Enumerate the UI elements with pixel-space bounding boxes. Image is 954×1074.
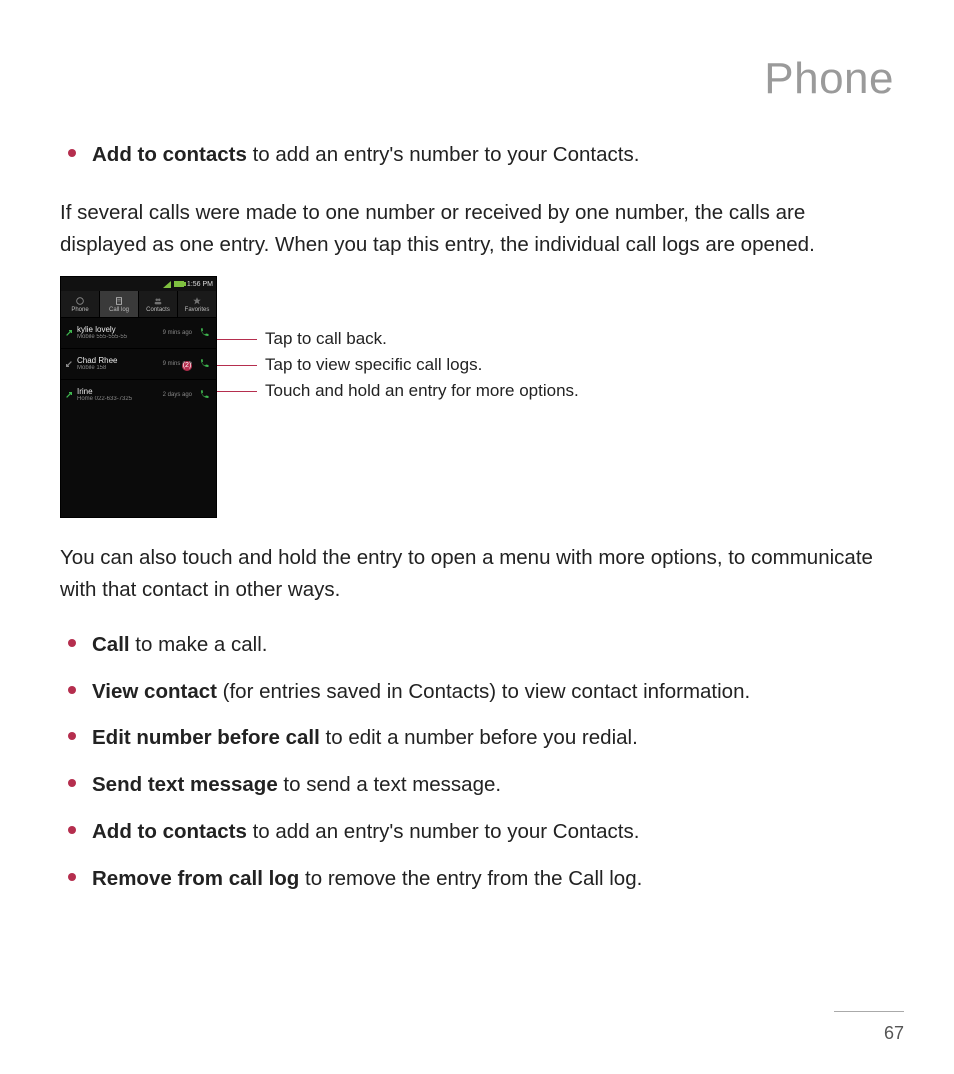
- row-info: Chad Rhee Mobile 158: [77, 357, 160, 372]
- bullet-bold: Add to contacts: [92, 820, 247, 843]
- bullet-rest: (for entries saved in Contacts) to view …: [217, 680, 750, 703]
- phone-mockup: 1:56 PM Phone Call log: [60, 276, 217, 518]
- bullet-bold: Add to contacts: [92, 143, 247, 166]
- tab-label: Phone: [71, 307, 88, 313]
- bullet-rest: to add an entry's number to your Contact…: [247, 143, 639, 166]
- bullet-bold: Send text message: [92, 773, 278, 796]
- bullet-rest: to make a call.: [130, 633, 268, 656]
- tab-call-log[interactable]: Call log: [100, 291, 139, 317]
- status-bar: 1:56 PM: [61, 277, 216, 291]
- bullet-send-text: Send text message to send a text message…: [60, 762, 894, 809]
- tab-label: Call log: [109, 307, 129, 313]
- battery-icon: [174, 281, 184, 287]
- paragraph-grouped-calls: If several calls were made to one number…: [60, 197, 894, 261]
- bullet-add-to-contacts: Add to contacts to add an entry's number…: [60, 809, 894, 856]
- call-log-row[interactable]: kylie lovely Mobile 555-555-55 9 mins ag…: [61, 317, 216, 348]
- list-icon: [114, 296, 124, 306]
- callout-view-logs: Tap to view specific call logs.: [217, 355, 482, 375]
- row-name: Chad Rhee: [77, 357, 160, 366]
- row-name: kylie lovely: [77, 326, 160, 335]
- row-name: Irine: [77, 388, 160, 397]
- call-log-figure: 1:56 PM Phone Call log: [60, 276, 894, 518]
- bullet-bold: Edit number before call: [92, 726, 320, 749]
- callout-text: Tap to call back.: [265, 329, 387, 349]
- row-time: 9 mins ago: [163, 330, 192, 336]
- tab-label: Favorites: [185, 307, 210, 313]
- call-log-row[interactable]: Irine Home 022-633-7325 2 days ago: [61, 379, 216, 410]
- bullet-bold: Remove from call log: [92, 867, 299, 890]
- call-log-list: kylie lovely Mobile 555-555-55 9 mins ag…: [61, 317, 216, 410]
- callout-text: Touch and hold an entry for more options…: [265, 381, 579, 401]
- tab-contacts[interactable]: Contacts: [139, 291, 178, 317]
- bullet-add-to-contacts-top: Add to contacts to add an entry's number…: [60, 132, 894, 179]
- call-back-button[interactable]: [196, 356, 212, 372]
- people-icon: [153, 296, 163, 306]
- row-sub: Home 022-633-7325: [77, 396, 160, 403]
- bullet-edit-number: Edit number before call to edit a number…: [60, 715, 894, 762]
- bullet-view-contact: View contact (for entries saved in Conta…: [60, 669, 894, 716]
- page-number: 67: [884, 1023, 904, 1044]
- tab-phone[interactable]: Phone: [61, 291, 100, 317]
- bullet-bold: View contact: [92, 680, 217, 703]
- star-icon: [192, 296, 202, 306]
- count-badge[interactable]: (2): [182, 361, 192, 371]
- paragraph-more-options: You can also touch and hold the entry to…: [60, 542, 894, 606]
- figure-callouts: Tap to call back. Tap to view specific c…: [217, 276, 894, 516]
- call-back-button[interactable]: [196, 387, 212, 403]
- call-back-button[interactable]: [196, 325, 212, 341]
- row-sub: Mobile 158: [77, 365, 160, 372]
- tab-label: Contacts: [146, 307, 170, 313]
- bullet-call: Call to make a call.: [60, 622, 894, 669]
- status-time: 1:56 PM: [187, 281, 213, 288]
- incoming-icon: [65, 360, 73, 368]
- row-sub: Mobile 555-555-55: [77, 334, 160, 341]
- callout-text: Tap to view specific call logs.: [265, 355, 482, 375]
- bullet-bold: Call: [92, 633, 130, 656]
- tab-favorites[interactable]: Favorites: [178, 291, 216, 317]
- bullet-remove-from-log: Remove from call log to remove the entry…: [60, 856, 894, 903]
- outgoing-icon: [65, 391, 73, 399]
- bullet-rest: to add an entry's number to your Contact…: [247, 820, 639, 843]
- page-title: Phone: [60, 54, 894, 104]
- bullet-rest: to send a text message.: [278, 773, 501, 796]
- row-info: kylie lovely Mobile 555-555-55: [77, 326, 160, 341]
- bullet-rest: to edit a number before you redial.: [320, 726, 638, 749]
- outgoing-icon: [65, 329, 73, 337]
- row-time: 2 days ago: [163, 392, 192, 398]
- bullet-rest: to remove the entry from the Call log.: [299, 867, 642, 890]
- footer-rule: [834, 1011, 904, 1012]
- callout-call-back: Tap to call back.: [217, 329, 387, 349]
- row-info: Irine Home 022-633-7325: [77, 388, 160, 403]
- tab-bar: Phone Call log Contacts: [61, 291, 216, 317]
- callout-hold-entry: Touch and hold an entry for more options…: [217, 381, 579, 401]
- phone-icon: [75, 296, 85, 306]
- signal-icon: [163, 281, 171, 288]
- call-log-row[interactable]: Chad Rhee Mobile 158 9 mins ago (2): [61, 348, 216, 379]
